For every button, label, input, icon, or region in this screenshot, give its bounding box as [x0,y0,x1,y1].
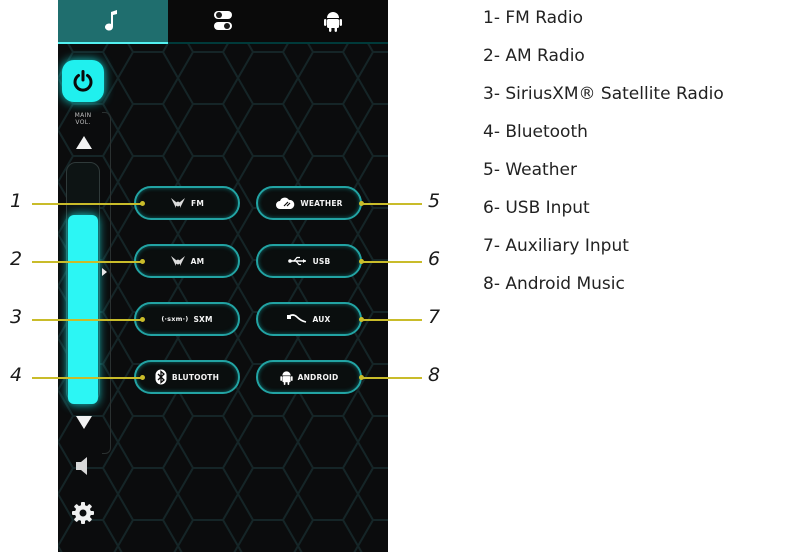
tab-settings[interactable] [168,0,278,44]
weather-button[interactable]: WEATHER [256,186,362,220]
speaker-mute-icon [76,457,87,475]
tab-android[interactable] [278,0,388,44]
callout-number-6: 6 [428,248,441,270]
radio-wings-icon [171,198,185,208]
callout-dot-2 [140,259,145,264]
volume-down-button[interactable] [76,416,92,429]
android-icon [279,370,293,385]
volume-slider-fill[interactable] [68,215,98,404]
callout-line-1 [32,203,142,205]
settings-button[interactable] [68,496,98,530]
bluetooth-label: BLUTOOTH [171,372,220,382]
weather-label: WEATHER [300,198,343,208]
legend-item-aux: 7- Auxiliary Input [483,236,629,256]
android-label: ANDROID [297,372,339,382]
callout-number-8: 8 [428,364,441,386]
callout-line-7 [362,319,422,321]
power-button[interactable] [62,60,104,102]
bluetooth-button[interactable]: BLUTOOTH [134,360,240,394]
callout-number-3: 3 [10,306,23,328]
fm-radio-button[interactable]: FM [134,186,240,220]
legend-item-usb: 6- USB Input [483,198,590,218]
bluetooth-icon [155,369,167,385]
volume-up-button[interactable] [76,136,92,149]
callout-dot-3 [140,317,145,322]
main-volume-label: MAIN VOL. [74,112,92,126]
android-music-button[interactable]: ANDROID [256,360,362,394]
callout-number-7: 7 [428,306,441,328]
callout-line-3 [32,319,142,321]
legend-item-bluetooth: 4- Bluetooth [483,122,588,142]
callout-line-5 [362,203,422,205]
usb-button[interactable]: USB [256,244,362,278]
panel-toggle-handle[interactable] [102,268,107,276]
fm-label: FM [191,198,204,208]
callout-line-2 [32,261,142,263]
callout-dot-4 [140,375,145,380]
cloud-icon [276,197,295,209]
usb-label: USB [312,256,331,266]
tab-music[interactable] [58,0,168,44]
callout-line-4 [32,377,142,379]
callout-dot-1 [140,201,145,206]
callout-number-2: 2 [10,248,23,270]
callout-number-5: 5 [428,190,441,212]
volume-panel-frame [102,112,111,454]
callout-line-8 [362,377,422,379]
callout-line-6 [362,261,422,263]
am-radio-button[interactable]: AM [134,244,240,278]
power-icon [73,70,93,92]
sxm-radio-button[interactable]: (·sxm·) SXM [134,302,240,336]
music-note-icon [105,10,117,31]
usb-icon [287,256,306,266]
toggle-switches-icon [214,11,232,30]
mute-button[interactable] [68,448,98,484]
head-unit-screen: MAIN VOL. FM AM (·sxm·) SXM BLUTOOTH WEA… [58,0,388,552]
legend-item-android: 8- Android Music [483,274,625,294]
legend-item-fm: 1- FM Radio [483,8,583,28]
gear-icon [72,502,94,524]
aux-cable-icon [287,314,307,323]
callout-number-4: 4 [10,364,23,386]
legend-item-weather: 5- Weather [483,160,577,180]
legend-item-am: 2- AM Radio [483,46,585,66]
callout-number-1: 1 [10,190,23,212]
android-icon [324,12,342,32]
aux-button[interactable]: AUX [256,302,362,336]
radio-wings-icon [170,256,185,266]
legend-item-sxm: 3- SiriusXM® Satellite Radio [483,84,724,104]
am-label: AM [190,256,205,266]
aux-label: AUX [312,314,331,324]
tab-bar [58,0,388,44]
sxm-logo-text: (·sxm·) [161,315,189,323]
sxm-label: SXM [193,314,213,324]
